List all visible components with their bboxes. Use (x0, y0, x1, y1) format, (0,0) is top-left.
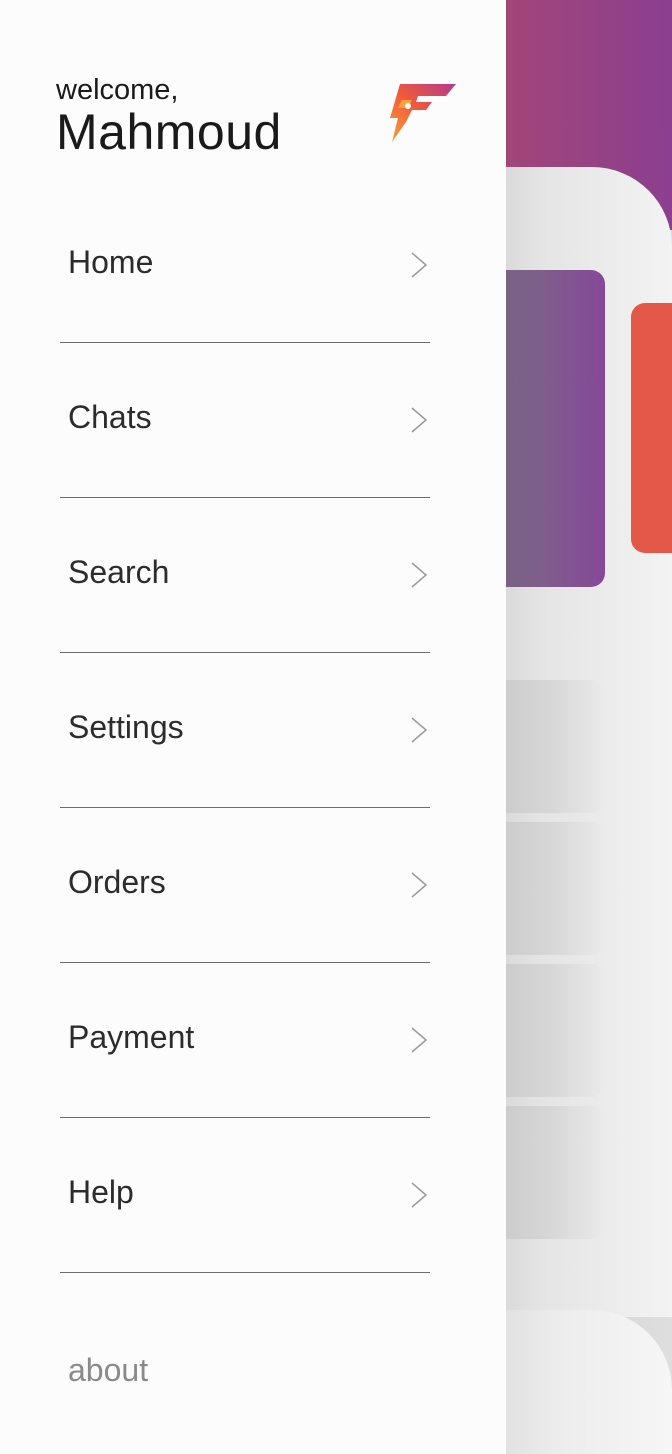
user-name: Mahmoud (56, 104, 282, 160)
chevron-right-icon (411, 562, 428, 588)
menu-item-home[interactable]: Home (60, 188, 430, 343)
menu-item-label: Settings (68, 709, 184, 745)
welcome-label: welcome, (56, 74, 179, 106)
menu-item-label: Chats (68, 399, 152, 435)
chevron-right-icon (411, 717, 428, 743)
menu-item-orders[interactable]: Orders (60, 808, 430, 963)
menu-item-label: Help (68, 1174, 134, 1210)
menu-item-settings[interactable]: Settings (60, 653, 430, 808)
menu-item-label: Home (68, 244, 154, 280)
user-greeting: welcome, Mahmoud (56, 74, 282, 158)
drawer-menu: Home Chats Search Settings Orders Paymen… (60, 188, 430, 1273)
chevron-right-icon (411, 252, 428, 278)
about-link[interactable]: about (68, 1352, 148, 1389)
chevron-right-icon (411, 872, 428, 898)
background-card (631, 303, 672, 553)
chevron-right-icon (411, 407, 428, 433)
menu-item-label: Search (68, 554, 170, 590)
menu-item-help[interactable]: Help (60, 1118, 430, 1273)
chevron-right-icon (411, 1182, 428, 1208)
menu-item-chats[interactable]: Chats (60, 343, 430, 498)
menu-item-payment[interactable]: Payment (60, 963, 430, 1118)
chevron-right-icon (411, 1027, 428, 1053)
navigation-drawer: welcome, Mahmoud Home Chats Search Setti… (0, 0, 506, 1454)
menu-item-label: Payment (68, 1019, 195, 1055)
menu-item-label: Orders (68, 864, 166, 900)
flash-logo-icon (390, 84, 456, 142)
menu-item-search[interactable]: Search (60, 498, 430, 653)
